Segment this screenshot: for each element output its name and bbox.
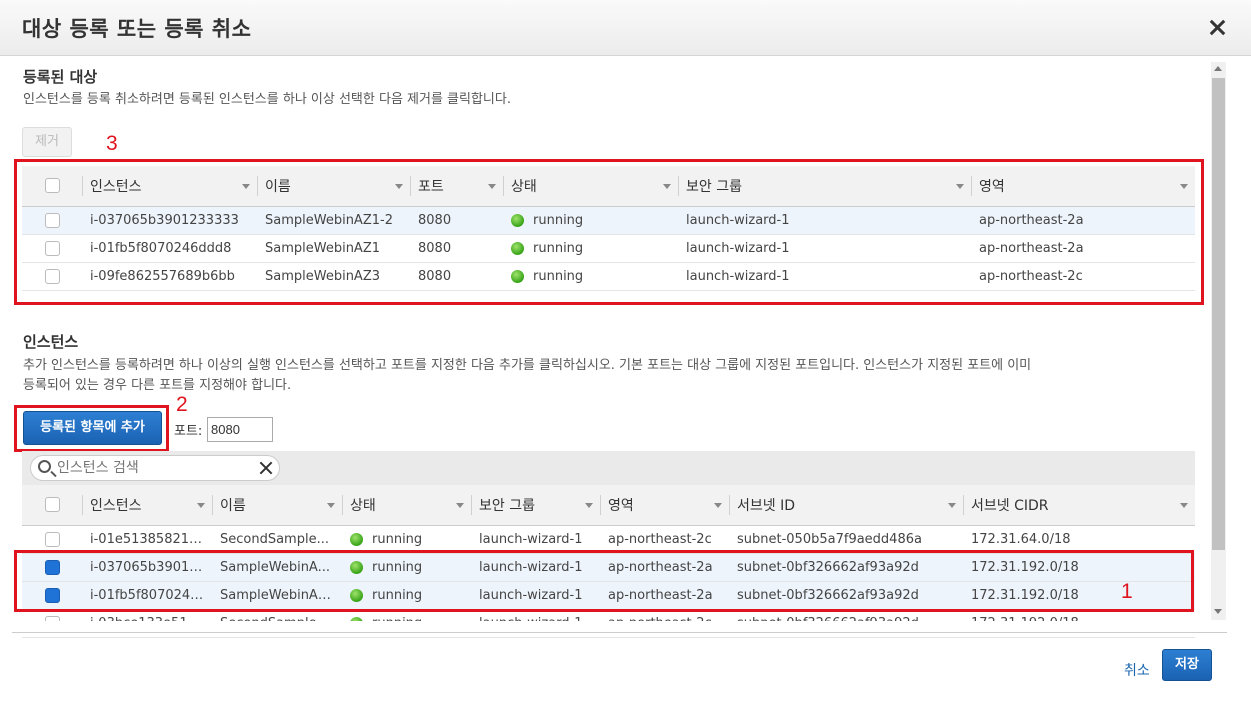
- instance-name: SecondSample...: [212, 525, 342, 554]
- annotation-box-3: [14, 159, 1204, 305]
- instance-search-input[interactable]: [55, 459, 255, 477]
- subnet-id: subnet-050b5a7f9aedd486a: [729, 525, 963, 554]
- subnet-id-text: subnet-050b5a7f9aedd486a: [737, 531, 922, 547]
- status-text: running: [372, 531, 423, 547]
- column-header-label: 인스턴스: [90, 497, 142, 514]
- scroll-down-arrow-icon[interactable]: [1214, 609, 1222, 614]
- modal-title: 대상 등록 또는 등록 취소: [22, 17, 252, 41]
- annotation-number-1: 1: [1121, 580, 1133, 603]
- column-separator: [342, 495, 343, 515]
- instances-description-line2: 등록되어 있는 경우 다른 포트를 지정해야 합니다.: [23, 378, 292, 393]
- column-separator: [600, 495, 601, 515]
- column-header[interactable]: 인스턴스: [82, 485, 212, 526]
- instance-name-text: SecondSample...: [220, 531, 329, 547]
- column-separator: [212, 495, 213, 515]
- instance-id-text: i-01e51385821e...: [90, 531, 210, 547]
- row-checkbox-cell: [22, 525, 82, 554]
- column-separator: [729, 495, 730, 515]
- security-group-text: launch-wizard-1: [479, 531, 583, 547]
- zone-text: ap-northeast-2c: [608, 531, 712, 547]
- scroll-up-arrow-icon[interactable]: [1214, 66, 1222, 71]
- column-header[interactable]: 보안 그룹: [471, 485, 600, 526]
- port-input[interactable]: [207, 417, 273, 442]
- column-header-label: 이름: [220, 497, 246, 514]
- table-clip: [14, 621, 1209, 632]
- footer-divider: [12, 632, 1227, 633]
- column-separator: [963, 495, 964, 515]
- instances-title: 인스턴스: [23, 333, 79, 351]
- sort-arrow-icon[interactable]: [1180, 503, 1188, 508]
- save-button[interactable]: 저장: [1162, 649, 1212, 681]
- subnet-cidr: 172.31.64.0/18: [963, 525, 1195, 554]
- column-header-label: 상태: [350, 497, 376, 514]
- instances-description-line1: 추가 인스턴스를 등록하려면 하나 이상의 실행 인스턴스를 선택하고 포트를 …: [23, 358, 1032, 373]
- scrollbar-thumb[interactable]: [1212, 78, 1225, 550]
- status-running-icon: [350, 532, 363, 546]
- row-checkbox[interactable]: [44, 531, 60, 547]
- sort-arrow-icon[interactable]: [948, 503, 956, 508]
- column-header[interactable]: 서브넷 ID: [729, 485, 963, 526]
- security-group: launch-wizard-1: [471, 525, 600, 554]
- instance-search-box[interactable]: [30, 455, 280, 481]
- subnet-cidr-text: 172.31.64.0/18: [971, 531, 1071, 547]
- sort-arrow-icon[interactable]: [327, 503, 335, 508]
- zone: ap-northeast-2c: [600, 525, 729, 554]
- search-icon: [38, 460, 51, 473]
- registered-targets-title: 등록된 대상: [23, 68, 98, 86]
- annotation-number-3: 3: [106, 132, 118, 155]
- sort-arrow-icon[interactable]: [714, 503, 722, 508]
- close-icon[interactable]: [1207, 17, 1227, 37]
- column-header-label: 영역: [608, 497, 634, 514]
- sort-arrow-icon[interactable]: [585, 503, 593, 508]
- port-label: 포트:: [174, 424, 203, 439]
- instance-id: i-01e51385821e...: [82, 525, 212, 554]
- select-all-checkbox[interactable]: [44, 497, 60, 513]
- annotation-box-1: [14, 550, 1194, 612]
- cancel-link[interactable]: 취소: [1124, 660, 1150, 680]
- column-header-label: 서브넷 ID: [737, 497, 795, 514]
- modal-header: 대상 등록 또는 등록 취소: [0, 0, 1251, 56]
- column-header[interactable]: 영역: [600, 485, 729, 526]
- status: running: [342, 525, 471, 554]
- registered-targets-description: 인스턴스를 등록 취소하려면 등록된 인스턴스를 하나 이상 선택한 다음 제거…: [23, 92, 511, 107]
- column-header-label: 보안 그룹: [479, 497, 535, 514]
- select-all-header: [22, 485, 82, 526]
- column-header[interactable]: 상태: [342, 485, 471, 526]
- sort-arrow-icon[interactable]: [456, 503, 464, 508]
- table-row[interactable]: i-01e51385821e... SecondSample... running l…: [22, 525, 1195, 554]
- clear-search-icon[interactable]: [259, 461, 273, 475]
- column-separator: [471, 495, 472, 515]
- column-header-label: 서브넷 CIDR: [971, 497, 1049, 514]
- annotation-box-2: [14, 405, 169, 452]
- column-separator: [82, 495, 83, 515]
- remove-button[interactable]: 제거: [22, 127, 72, 157]
- sort-arrow-icon[interactable]: [197, 503, 205, 508]
- column-header[interactable]: 서브넷 CIDR: [963, 485, 1195, 526]
- column-header[interactable]: 이름: [212, 485, 342, 526]
- annotation-number-2: 2: [176, 393, 188, 416]
